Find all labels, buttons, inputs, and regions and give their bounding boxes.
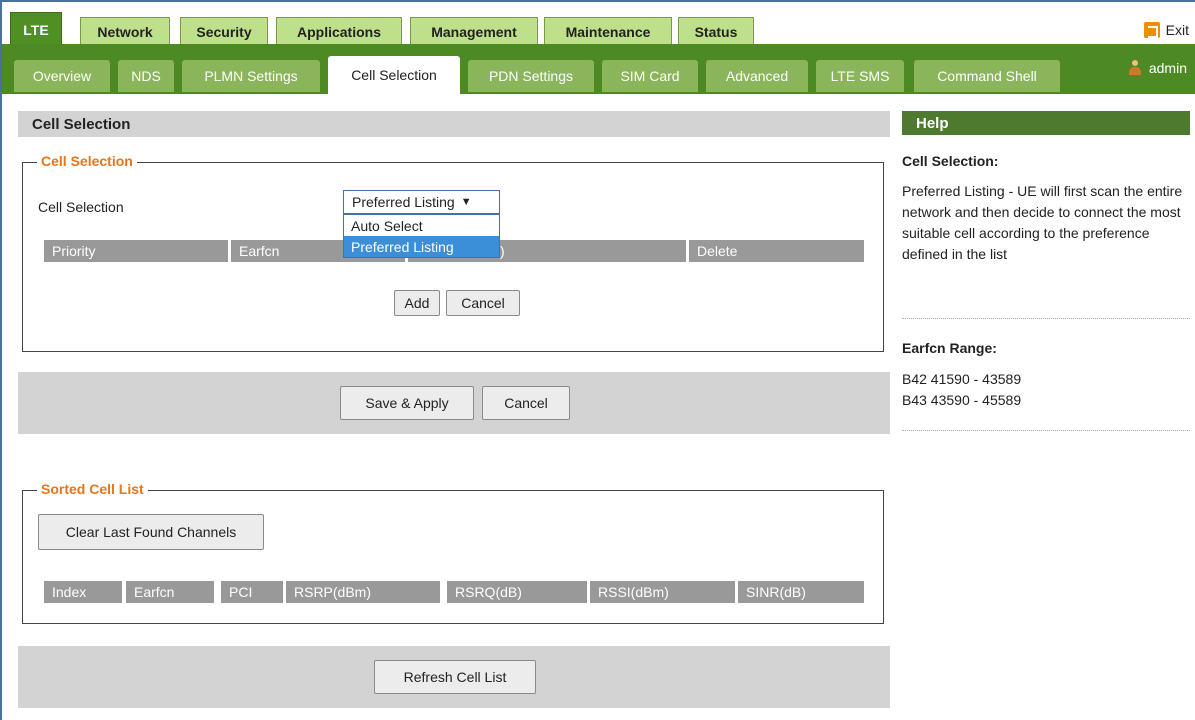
page-title: Cell Selection bbox=[18, 111, 890, 137]
cell-selection-dropdown: Auto Select Preferred Listing bbox=[343, 214, 500, 258]
subtab-nds[interactable]: NDS bbox=[118, 60, 174, 92]
cell-selection-legend: Cell Selection bbox=[37, 153, 137, 169]
sorted-cell-list-legend: Sorted Cell List bbox=[37, 481, 148, 497]
subtab-overview[interactable]: Overview bbox=[14, 60, 110, 92]
column-rssi: RSSI(dBm) bbox=[590, 581, 735, 603]
admin-label: admin bbox=[1148, 60, 1187, 76]
tab-network[interactable]: Network bbox=[80, 17, 170, 45]
subtab-sim-card[interactable]: SIM Card bbox=[602, 60, 698, 92]
column-pci-sorted: PCI bbox=[221, 581, 283, 603]
tab-status[interactable]: Status bbox=[678, 17, 754, 45]
help-divider-2 bbox=[902, 430, 1190, 431]
cancel-add-button[interactable]: Cancel bbox=[446, 290, 520, 316]
column-delete: Delete bbox=[689, 240, 864, 262]
tab-security[interactable]: Security bbox=[180, 17, 268, 45]
help-cell-text: Preferred Listing - UE will first scan t… bbox=[902, 183, 1183, 262]
tab-lte[interactable]: LTE bbox=[10, 12, 62, 46]
subtab-advanced[interactable]: Advanced bbox=[706, 60, 808, 92]
clear-channels-button[interactable]: Clear Last Found Channels bbox=[38, 514, 264, 550]
select-value: Preferred Listing bbox=[352, 194, 455, 210]
help-cell-title: Cell Selection: bbox=[902, 153, 999, 169]
option-preferred-listing[interactable]: Preferred Listing bbox=[344, 236, 499, 257]
column-sinr: SINR(dB) bbox=[738, 581, 864, 603]
dropdown-arrow-icon: ▼ bbox=[460, 196, 472, 208]
top-nav: LTE Network Security Applications Manage… bbox=[2, 2, 1195, 46]
column-priority: Priority bbox=[44, 240, 228, 262]
admin-user[interactable]: admin bbox=[1128, 60, 1187, 76]
help-earfcn-line-1: B42 41590 - 43589 bbox=[902, 371, 1022, 387]
cell-selection-select[interactable]: Preferred Listing ▼ bbox=[343, 190, 500, 214]
option-auto-select[interactable]: Auto Select bbox=[344, 215, 499, 236]
column-rsrp: RSRP(dBm) bbox=[286, 581, 440, 603]
help-earfcn-line-2: B43 43590 - 45589 bbox=[902, 392, 1022, 408]
subtab-lte-sms[interactable]: LTE SMS bbox=[816, 60, 904, 92]
cancel-button[interactable]: Cancel bbox=[482, 386, 570, 420]
sorted-cell-list-fieldset: Sorted Cell List bbox=[22, 481, 884, 624]
exit-label: Exit bbox=[1165, 22, 1189, 38]
subtab-cell-selection[interactable]: Cell Selection bbox=[328, 56, 460, 94]
refresh-cell-list-button[interactable]: Refresh Cell List bbox=[374, 660, 536, 694]
exit-link[interactable]: Exit bbox=[1143, 22, 1189, 38]
cell-selection-label: Cell Selection bbox=[38, 199, 124, 215]
subtab-command-shell[interactable]: Command Shell bbox=[914, 60, 1060, 92]
tab-applications[interactable]: Applications bbox=[276, 17, 402, 45]
sub-nav: Overview NDS PLMN Settings Cell Selectio… bbox=[2, 44, 1195, 94]
help-earfcn-title: Earfcn Range: bbox=[902, 340, 997, 356]
user-icon bbox=[1128, 60, 1141, 76]
save-apply-button[interactable]: Save & Apply bbox=[340, 386, 474, 420]
subtab-pdn-settings[interactable]: PDN Settings bbox=[468, 60, 594, 92]
add-button[interactable]: Add bbox=[394, 290, 440, 316]
column-rsrq: RSRQ(dB) bbox=[447, 581, 587, 603]
tab-management[interactable]: Management bbox=[410, 17, 538, 45]
tab-maintenance[interactable]: Maintenance bbox=[544, 17, 672, 45]
help-header: Help bbox=[902, 111, 1190, 135]
exit-icon bbox=[1143, 22, 1160, 38]
column-earfcn-sorted: Earfcn bbox=[126, 581, 214, 603]
column-index: Index bbox=[44, 581, 122, 603]
help-divider bbox=[902, 318, 1190, 319]
subtab-plmn-settings[interactable]: PLMN Settings bbox=[182, 60, 320, 92]
